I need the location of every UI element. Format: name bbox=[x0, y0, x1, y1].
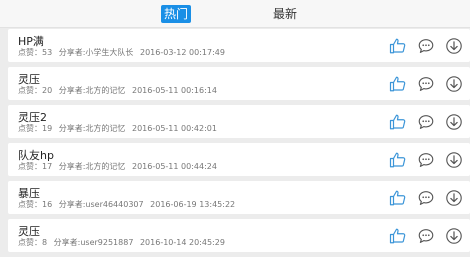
list-item[interactable]: HP满 点赞：53 分享者:小学生大队长 2016-03-12 00:17:49 bbox=[8, 29, 470, 62]
thumbs-up-icon[interactable] bbox=[389, 113, 407, 131]
download-icon[interactable] bbox=[445, 227, 463, 245]
comment-icon[interactable] bbox=[417, 37, 435, 55]
item-likes: 点赞：53 bbox=[18, 48, 53, 57]
thumbs-up-icon[interactable] bbox=[389, 227, 407, 245]
item-timestamp: 2016-10-14 20:45:29 bbox=[139, 238, 225, 247]
comment-icon[interactable] bbox=[417, 113, 435, 131]
item-meta: 点赞：17 分享者:北方的记忆 2016-05-11 00:44:24 bbox=[18, 161, 221, 172]
item-likes: 点赞：8 bbox=[18, 238, 48, 247]
comment-icon[interactable] bbox=[417, 189, 435, 207]
download-icon[interactable] bbox=[445, 151, 463, 169]
list-item[interactable]: 灵压 点赞：8 分享者:user9251887 2016-10-14 20:45… bbox=[8, 219, 470, 252]
comment-icon[interactable] bbox=[417, 151, 435, 169]
thumbs-up-icon[interactable] bbox=[389, 75, 407, 93]
download-icon[interactable] bbox=[445, 113, 463, 131]
item-meta: 点赞：19 分享者:北方的记忆 2016-05-11 00:42:01 bbox=[18, 123, 221, 134]
item-timestamp: 2016-06-19 13:45:22 bbox=[150, 200, 236, 209]
list-item[interactable]: 队友hp 点赞：17 分享者:北方的记忆 2016-05-11 00:44:24 bbox=[8, 143, 470, 176]
item-meta: 点赞：53 分享者:小学生大队长 2016-03-12 00:17:49 bbox=[18, 47, 229, 58]
item-likes: 点赞：17 bbox=[18, 162, 53, 171]
download-icon[interactable] bbox=[445, 37, 463, 55]
item-meta: 点赞：16 分享者:user46440307 2016-06-19 13:45:… bbox=[18, 199, 239, 210]
tab-latest[interactable]: 最新 bbox=[270, 5, 300, 23]
item-sharer: 分享者:北方的记忆 bbox=[58, 124, 126, 133]
item-sharer: 分享者:北方的记忆 bbox=[58, 162, 126, 171]
comment-icon[interactable] bbox=[417, 227, 435, 245]
item-timestamp: 2016-03-12 00:17:49 bbox=[139, 48, 225, 57]
tab-hot[interactable]: 热门 bbox=[161, 5, 191, 23]
comment-icon[interactable] bbox=[417, 75, 435, 93]
list-item[interactable]: 暴压 点赞：16 分享者:user46440307 2016-06-19 13:… bbox=[8, 181, 470, 214]
item-sharer: 分享者:北方的记忆 bbox=[58, 86, 126, 95]
item-timestamp: 2016-05-11 00:42:01 bbox=[131, 124, 217, 133]
thumbs-up-icon[interactable] bbox=[389, 189, 407, 207]
item-sharer: 分享者:user9251887 bbox=[53, 238, 134, 247]
share-list: HP满 点赞：53 分享者:小学生大队长 2016-03-12 00:17:49 bbox=[8, 29, 470, 257]
thumbs-up-icon[interactable] bbox=[389, 151, 407, 169]
item-sharer: 分享者:小学生大队长 bbox=[58, 48, 134, 57]
list-item[interactable]: 灵压2 点赞：19 分享者:北方的记忆 2016-05-11 00:42:01 bbox=[8, 105, 470, 138]
download-icon[interactable] bbox=[445, 75, 463, 93]
tab-bar: 热门 最新 bbox=[0, 0, 470, 28]
item-meta: 点赞：20 分享者:北方的记忆 2016-05-11 00:16:14 bbox=[18, 85, 221, 96]
thumbs-up-icon[interactable] bbox=[389, 37, 407, 55]
item-likes: 点赞：19 bbox=[18, 124, 53, 133]
list-item[interactable]: 灵压 点赞：20 分享者:北方的记忆 2016-05-11 00:16:14 bbox=[8, 67, 470, 100]
item-likes: 点赞：16 bbox=[18, 200, 53, 209]
item-timestamp: 2016-05-11 00:44:24 bbox=[131, 162, 217, 171]
item-likes: 点赞：20 bbox=[18, 86, 53, 95]
download-icon[interactable] bbox=[445, 189, 463, 207]
item-sharer: 分享者:user46440307 bbox=[58, 200, 144, 209]
item-meta: 点赞：8 分享者:user9251887 2016-10-14 20:45:29 bbox=[18, 237, 229, 248]
item-timestamp: 2016-05-11 00:16:14 bbox=[131, 86, 217, 95]
